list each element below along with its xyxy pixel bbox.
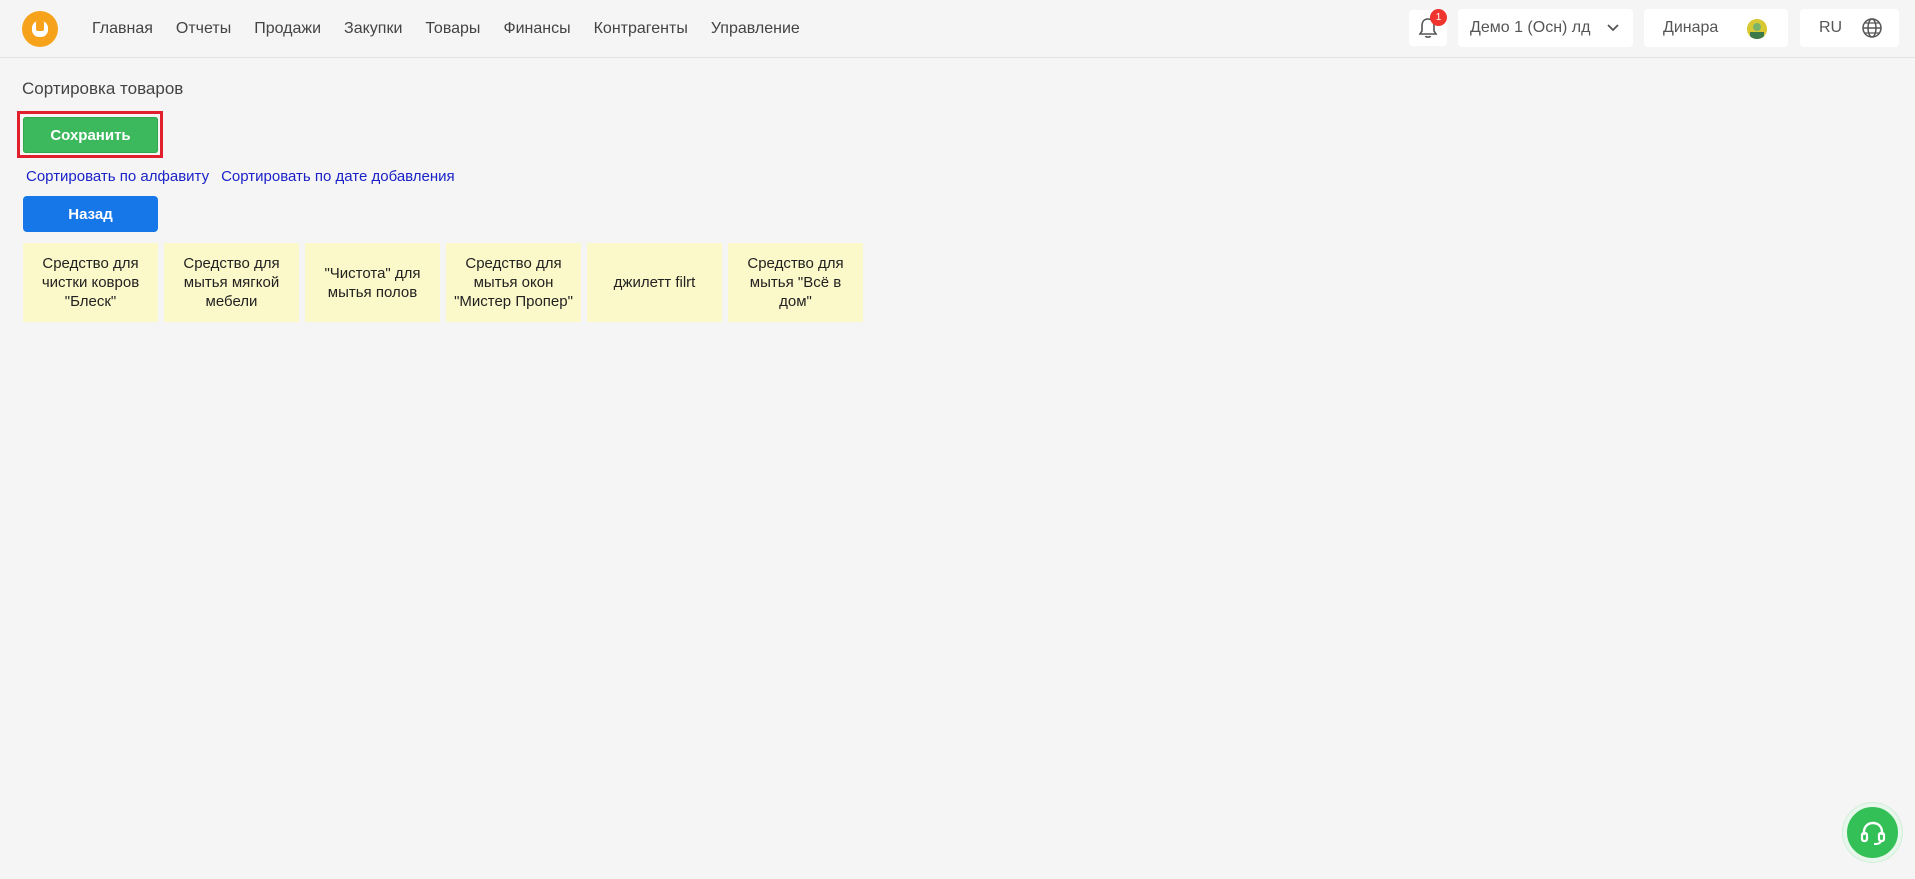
notifications-button[interactable]: 1	[1409, 9, 1447, 46]
nav-item-purchases[interactable]: Закупки	[344, 20, 402, 38]
headset-icon	[1860, 821, 1885, 845]
product-card[interactable]: Средство для мытья "Всё в дом"	[728, 243, 863, 322]
page-title: Сортировка товаров	[22, 79, 184, 98]
support-chat-button[interactable]	[1843, 803, 1902, 862]
user-name: Динара	[1663, 19, 1719, 36]
back-button[interactable]: Назад	[23, 196, 158, 232]
product-sort-list: Средство для чистки ковров "Блеск" Средс…	[23, 243, 863, 322]
sort-alphabetical-link[interactable]: Сортировать по алфавиту	[26, 168, 209, 185]
product-card[interactable]: "Чистота" для мытья полов	[305, 243, 440, 322]
product-card[interactable]: Средство для мытья окон "Мистер Пропер"	[446, 243, 581, 322]
save-button[interactable]: Сохранить	[23, 117, 158, 153]
top-header: Главная Отчеты Продажи Закупки Товары Фи…	[0, 0, 1915, 58]
avatar-icon	[1747, 19, 1767, 39]
product-card[interactable]: Средство для мытья мягкой мебели	[164, 243, 299, 322]
company-select[interactable]: Демо 1 (Осн) лд	[1458, 9, 1633, 47]
chevron-down-icon	[1607, 24, 1619, 32]
logo-u-icon	[32, 21, 48, 37]
nav-item-reports[interactable]: Отчеты	[176, 20, 231, 38]
nav-item-finance[interactable]: Финансы	[503, 20, 570, 38]
app-logo[interactable]	[22, 11, 58, 47]
nav-item-products[interactable]: Товары	[425, 20, 480, 38]
nav-item-counterparties[interactable]: Контрагенты	[594, 20, 688, 38]
main-nav: Главная Отчеты Продажи Закупки Товары Фи…	[92, 0, 823, 58]
nav-item-home[interactable]: Главная	[92, 20, 153, 38]
product-card[interactable]: Средство для чистки ковров "Блеск"	[23, 243, 158, 322]
avatar	[1747, 19, 1767, 39]
globe-icon	[1862, 18, 1882, 38]
language-value: RU	[1819, 19, 1843, 36]
product-card[interactable]: джилетт filrt	[587, 243, 722, 322]
nav-item-sales[interactable]: Продажи	[254, 20, 321, 38]
language-select[interactable]: RU	[1800, 9, 1899, 47]
user-menu[interactable]: Динара	[1644, 9, 1788, 47]
nav-item-management[interactable]: Управление	[711, 20, 800, 38]
company-select-value: Демо 1 (Осн) лд	[1470, 19, 1591, 36]
notification-count-badge: 1	[1430, 9, 1447, 26]
sort-by-date-link[interactable]: Сортировать по дате добавления	[221, 168, 455, 185]
sort-links: Сортировать по алфавиту Сортировать по д…	[26, 168, 455, 185]
